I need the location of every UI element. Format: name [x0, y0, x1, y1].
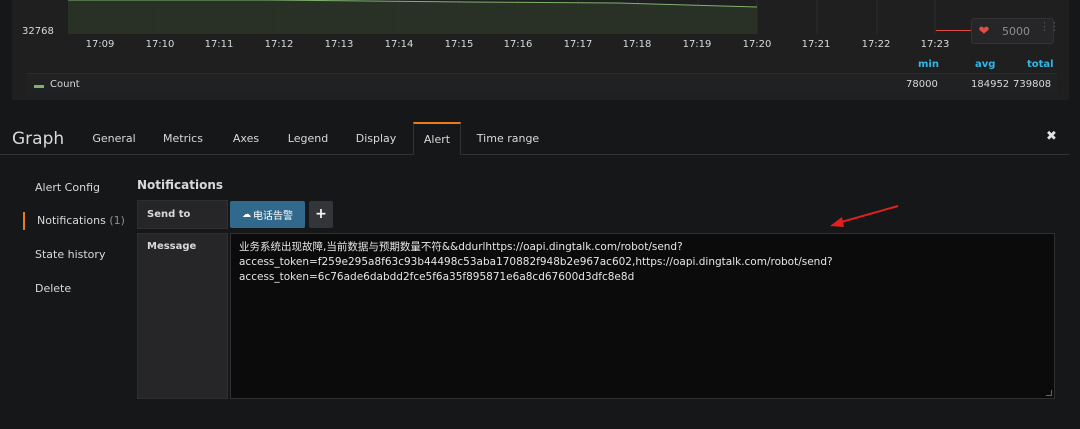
channel-label: 电话告警 — [253, 211, 293, 222]
x-tick: 17:17 — [563, 39, 593, 50]
legend-value-total: 739808 — [1013, 79, 1052, 90]
tab-time-range[interactable]: Time range — [474, 122, 542, 155]
x-tick: 17:14 — [384, 39, 414, 50]
section-title: Notifications — [137, 178, 224, 192]
x-tick: 17:12 — [264, 39, 294, 50]
sidebar-item-label: Notifications — [37, 214, 106, 227]
x-tick: 17:21 — [801, 39, 831, 50]
message-textarea[interactable]: 业务系统出现故障,当前数据与预期数量不符&&ddurlhttps://oapi.… — [230, 233, 1055, 399]
drag-grip-icon[interactable]: ⋮⋮ — [1039, 21, 1060, 32]
tab-legend[interactable]: Legend — [280, 122, 336, 155]
series-color-swatch[interactable] — [34, 85, 44, 88]
message-label: Message — [137, 233, 228, 399]
tab-general[interactable]: General — [86, 122, 142, 155]
resize-grip-icon[interactable] — [1046, 390, 1052, 396]
graph-canvas — [68, 0, 936, 34]
annotation-arrow-icon — [830, 205, 899, 227]
notification-channel-chip[interactable]: ☁ 电话告警 — [230, 201, 305, 228]
legend-series-name[interactable]: Count — [50, 79, 80, 90]
sidebar-item-notifications[interactable]: Notifications (1) — [37, 214, 125, 227]
x-tick: 17:16 — [503, 39, 533, 50]
close-icon[interactable]: ✖ — [1046, 129, 1057, 144]
x-tick: 17:09 — [85, 39, 115, 50]
x-tick: 17:23 — [920, 39, 950, 50]
tab-display[interactable]: Display — [349, 122, 403, 155]
legend-value-min: 78000 — [906, 79, 938, 90]
editor-title: Graph — [12, 129, 65, 149]
x-tick: 17:13 — [324, 39, 354, 50]
threshold-value[interactable]: 5000 — [1002, 25, 1030, 38]
sidebar-item-state-history[interactable]: State history — [35, 248, 105, 261]
sidebar-item-alert-config[interactable]: Alert Config — [35, 181, 100, 194]
series-fill — [68, 0, 757, 34]
legend-header-avg[interactable]: avg — [975, 59, 995, 70]
add-notification-button[interactable]: + — [309, 201, 333, 228]
tab-axes[interactable]: Axes — [224, 122, 268, 155]
heart-icon: ❤ — [978, 23, 990, 39]
x-tick: 17:15 — [444, 39, 474, 50]
x-tick: 17:11 — [204, 39, 234, 50]
graph-plot-area[interactable] — [68, 0, 936, 34]
threshold-line — [936, 30, 972, 31]
y-axis-min-label: 32768 — [22, 26, 54, 37]
legend-header-min[interactable]: min — [918, 59, 939, 70]
x-tick: 17:18 — [622, 39, 652, 50]
cloud-icon: ☁ — [242, 209, 251, 220]
tab-metrics[interactable]: Metrics — [155, 122, 211, 155]
threshold-handle[interactable]: ❤ 5000 ⋮⋮ — [971, 18, 1060, 44]
send-to-label: Send to — [137, 200, 228, 229]
sidebar-item-delete[interactable]: Delete — [35, 282, 71, 295]
x-tick: 17:20 — [742, 39, 772, 50]
legend-value-avg: 184952 — [971, 79, 1010, 90]
tab-alert[interactable]: Alert — [413, 122, 461, 155]
x-tick: 17:10 — [145, 39, 175, 50]
x-tick: 17:22 — [861, 39, 891, 50]
message-text[interactable]: 业务系统出现故障,当前数据与预期数量不符&&ddurlhttps://oapi.… — [239, 240, 1044, 285]
legend-series-row[interactable]: Count 78000 184952 739808 — [26, 73, 1057, 95]
legend-header-total[interactable]: total — [1027, 59, 1054, 70]
x-tick: 17:19 — [682, 39, 712, 50]
sidebar-active-indicator — [23, 212, 25, 230]
notification-count: (1) — [109, 214, 125, 227]
